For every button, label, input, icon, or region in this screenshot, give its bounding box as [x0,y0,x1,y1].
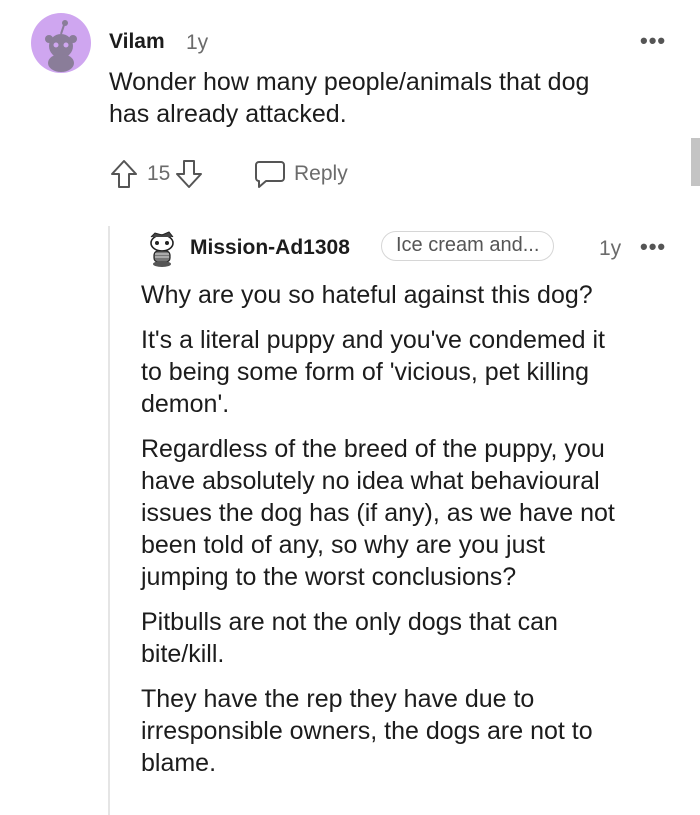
comment-body: Wonder how many people/animals that dog … [109,66,679,130]
comment-paragraph: Why are you so hateful against this dog? [141,279,686,311]
comment-text-line: issues the dog has (if any), as we have … [141,499,615,527]
speech-bubble-icon [254,159,286,189]
comment-paragraph: Pitbulls are not the only dogs that can … [141,606,686,670]
user-flair: Ice cream and... [381,231,555,261]
comment-text-line: to being some form of 'vicious, pet kill… [141,358,590,386]
avatar[interactable] [145,228,179,268]
avatar[interactable] [31,13,91,73]
comment-text-line: Wonder how many people/animals that dog [109,68,590,96]
comment-username[interactable]: Vilam [109,30,165,54]
comment-text-line: been told of any, so why are you just [141,531,545,559]
comment-body: Why are you so hateful against this dog?… [141,279,686,792]
comment-text-line: It's a literal puppy and you've condemed… [141,326,605,354]
thread-line[interactable] [108,226,110,815]
comment-text-line: demon'. [141,390,230,418]
comment-paragraph: Regardless of the breed of the puppy, yo… [141,433,686,593]
more-horizontal-icon[interactable]: ••• [640,28,666,54]
snoo-avatar-icon [150,231,174,267]
comment-paragraph: It's a literal puppy and you've condemed… [141,324,686,420]
comment-age: 1y [599,237,622,260]
reply-button[interactable]: Reply [254,157,348,191]
arrow-down-outline-icon[interactable] [174,158,204,190]
comment-age: 1y [186,31,209,54]
comment-text-line: irresponsible owners, the dogs are not t… [141,717,593,745]
comment-text-line: They have the rep they have due to [141,685,535,713]
comment-text-line: jumping to the worst conclusions? [141,563,517,591]
comment-text-line: Pitbulls are not the only dogs that can [141,608,558,636]
comment-text-line: has already attacked. [109,100,347,128]
comment-paragraph: They have the rep they have due to irres… [141,683,686,779]
scrollbar-thumb[interactable] [691,138,700,186]
reply-label: Reply [294,162,348,185]
comment-username[interactable]: Mission-Ad1308 [190,236,350,260]
comment-text-line: blame. [141,749,217,777]
more-horizontal-icon[interactable]: ••• [640,234,666,260]
vote-count: 15 [147,162,171,185]
comment-text-line: have absolutely no idea what behavioural [141,467,600,495]
comment-text-line: Why are you so hateful against this dog? [141,281,593,309]
vote-controls: 15 [109,157,204,191]
comment-text-line: Regardless of the breed of the puppy, yo… [141,435,605,463]
snoo-avatar-icon [45,20,77,72]
comment-text-line: bite/kill. [141,640,225,668]
arrow-up-outline-icon[interactable] [109,158,139,190]
